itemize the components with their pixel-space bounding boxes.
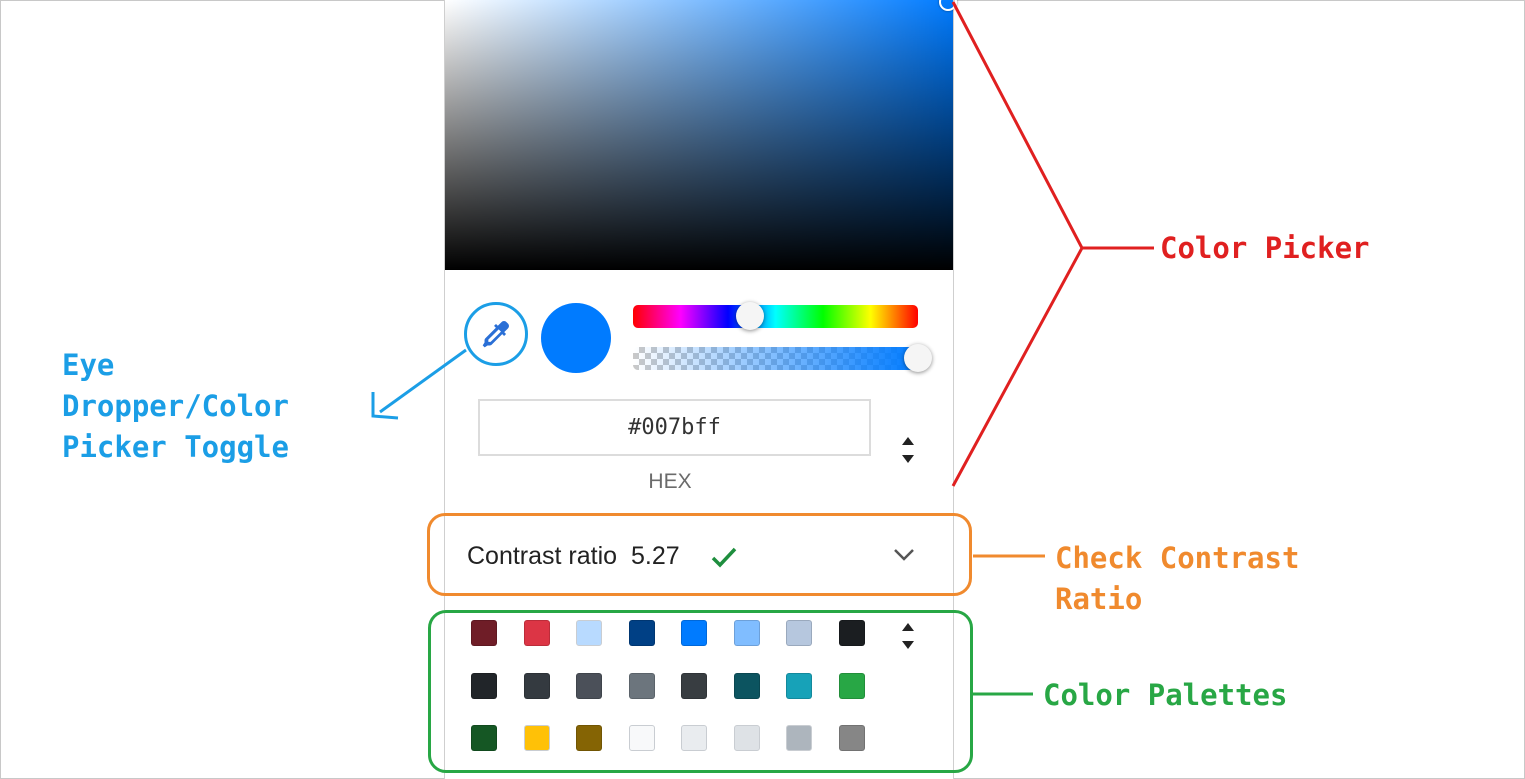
eye-dropper-arrow (379, 348, 467, 414)
arrow-head-icon (371, 392, 399, 420)
color-picker-annotation: Color Picker (1160, 231, 1370, 265)
color-picker-bracket (951, 1, 1084, 487)
eye-dropper-annotation: Eye Dropper/Color Picker Toggle (62, 348, 289, 464)
color-palettes-annotation: Color Palettes (1043, 678, 1288, 712)
check-contrast-annotation: Check Contrast Ratio (1055, 541, 1300, 616)
